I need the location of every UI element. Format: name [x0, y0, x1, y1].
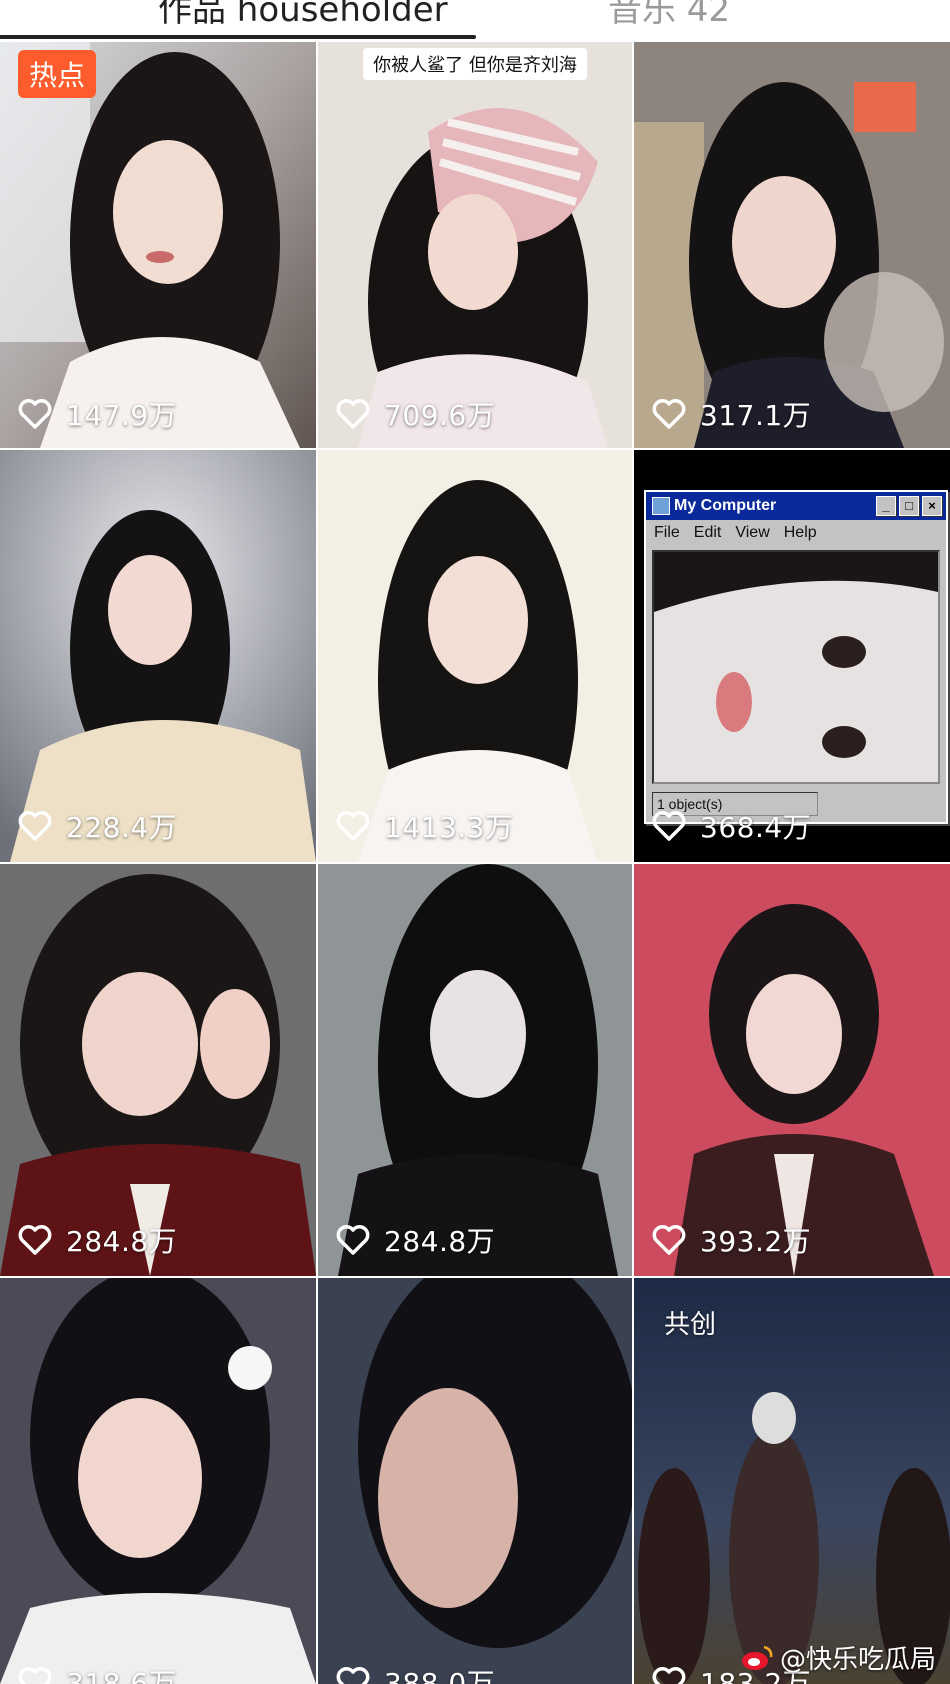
video-grid: 热点 147.9万 你被人鲨了 但你是齐刘海 709.6万 317.1万 228… — [0, 42, 950, 1684]
thumbnail — [634, 864, 950, 1276]
video-tile[interactable]: 共创 183.2万 — [634, 1278, 950, 1684]
like-count-value: 228.4万 — [66, 811, 178, 844]
video-tile[interactable]: 388.0万 — [318, 1278, 632, 1684]
thumbnail — [0, 1278, 316, 1684]
video-tile[interactable]: 1413.3万 — [318, 450, 632, 862]
like-count: 318.6万 — [18, 1662, 177, 1684]
video-tile[interactable]: 228.4万 — [0, 450, 316, 862]
thumbnail — [0, 450, 316, 862]
like-count-value: 393.2万 — [700, 1225, 812, 1258]
like-count: 284.8万 — [336, 1220, 495, 1260]
close-icon: × — [922, 496, 942, 516]
face-image — [654, 552, 938, 782]
hot-badge: 热点 — [18, 50, 96, 98]
like-count: 1413.3万 — [336, 806, 513, 846]
video-tile[interactable]: My Computer _ □ × File Edit View Help 1 … — [634, 450, 950, 862]
menu-view: View — [735, 524, 770, 541]
like-count-value: 368.4万 — [700, 811, 812, 844]
like-count-value: 1413.3万 — [384, 811, 514, 844]
video-tile[interactable]: 318.6万 — [0, 1278, 316, 1684]
like-count: 284.8万 — [18, 1220, 177, 1260]
tab-works[interactable]: 作品 householder — [158, 0, 448, 31]
window-title-bar: My Computer _ □ × — [646, 492, 946, 520]
thumbnail — [634, 42, 950, 448]
menu-file: File — [654, 524, 680, 541]
thumbnail — [0, 864, 316, 1276]
like-count: 317.1万 — [652, 394, 811, 434]
video-tile[interactable]: 284.8万 — [318, 864, 632, 1276]
video-caption: 你被人鲨了 但你是齐刘海 — [363, 48, 587, 80]
tab-active-indicator — [0, 35, 476, 39]
heart-outline-icon — [18, 399, 52, 429]
video-tile[interactable]: 284.8万 — [0, 864, 316, 1276]
heart-outline-icon — [336, 811, 370, 841]
window-viewport — [652, 550, 940, 784]
video-tile[interactable]: 你被人鲨了 但你是齐刘海 709.6万 — [318, 42, 632, 448]
watermark-text: @快乐吃瓜局 — [779, 1645, 936, 1675]
like-count: 709.6万 — [336, 394, 495, 434]
heart-outline-icon — [652, 399, 686, 429]
weibo-logo-icon — [741, 1645, 773, 1670]
watermark: @快乐吃瓜局 — [740, 1639, 936, 1676]
menu-help: Help — [783, 524, 817, 541]
window-menu-bar: File Edit View Help — [646, 520, 946, 546]
maximize-icon: □ — [899, 496, 919, 516]
menu-edit: Edit — [693, 524, 722, 541]
like-count-value: 388.0万 — [384, 1667, 496, 1684]
thumbnail — [0, 42, 316, 448]
tab-music[interactable]: 音乐 42 — [608, 0, 730, 31]
heart-outline-icon — [336, 1667, 370, 1684]
like-count-value: 709.6万 — [384, 399, 496, 432]
like-count-value: 284.8万 — [66, 1225, 178, 1258]
like-count: 147.9万 — [18, 394, 177, 434]
heart-outline-icon — [652, 1225, 686, 1255]
like-count: 393.2万 — [652, 1220, 811, 1260]
thumbnail — [318, 1278, 632, 1684]
computer-icon — [652, 497, 670, 515]
thumbnail — [318, 42, 632, 448]
thumbnail — [318, 450, 632, 862]
video-tile[interactable]: 热点 147.9万 — [0, 42, 316, 448]
window-controls: _ □ × — [876, 496, 942, 516]
thumbnail — [318, 864, 632, 1276]
heart-outline-icon — [652, 811, 686, 841]
heart-outline-icon — [336, 399, 370, 429]
like-count: 388.0万 — [336, 1662, 495, 1684]
video-tile[interactable]: 393.2万 — [634, 864, 950, 1276]
like-count: 368.4万 — [652, 806, 811, 846]
like-count-value: 147.9万 — [66, 399, 178, 432]
heart-outline-icon — [18, 1225, 52, 1255]
heart-outline-icon — [652, 1667, 686, 1684]
heart-outline-icon — [18, 1667, 52, 1684]
collab-badge: 共创 — [664, 1310, 717, 1340]
like-count: 228.4万 — [18, 806, 177, 846]
tab-bar: 作品 householder 音乐 42 — [0, 0, 950, 42]
like-count-value: 284.8万 — [384, 1225, 496, 1258]
like-count-value: 318.6万 — [66, 1667, 178, 1684]
like-count-value: 317.1万 — [700, 399, 812, 432]
retro-window: My Computer _ □ × File Edit View Help 1 … — [644, 490, 948, 824]
window-title: My Computer — [674, 497, 777, 514]
heart-outline-icon — [18, 811, 52, 841]
video-tile[interactable]: 317.1万 — [634, 42, 950, 448]
heart-outline-icon — [336, 1225, 370, 1255]
minimize-icon: _ — [876, 496, 896, 516]
